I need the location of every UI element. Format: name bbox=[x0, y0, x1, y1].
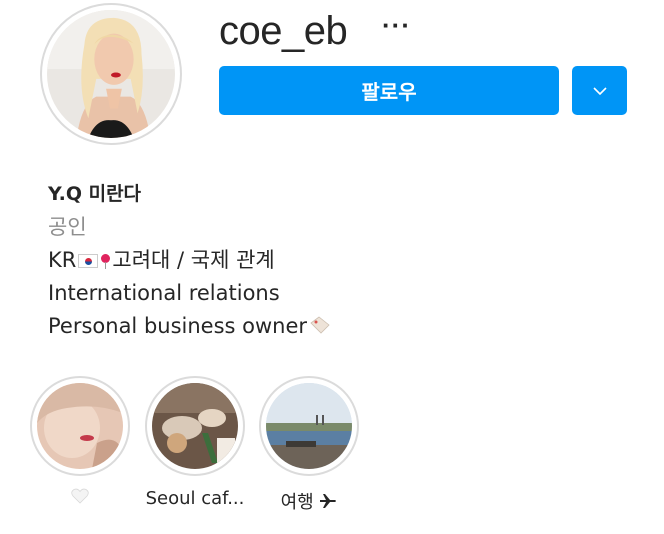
profile-full-name: Y.Q 미란다 bbox=[48, 183, 142, 205]
highlight-label: Seoul caf... bbox=[145, 488, 245, 509]
highlight-ring bbox=[145, 376, 245, 476]
chevron-down-icon bbox=[592, 86, 607, 95]
story-highlight-3[interactable]: 여행 bbox=[259, 376, 359, 514]
highlight-label: 여행 bbox=[259, 488, 359, 514]
korea-flag-icon bbox=[78, 254, 99, 268]
profile-avatar[interactable] bbox=[40, 3, 182, 145]
highlight-label bbox=[30, 488, 130, 509]
bio-line-business: Personal business owner bbox=[48, 310, 331, 344]
profile-category: 공인 bbox=[48, 215, 87, 239]
bio-country-code: KR bbox=[48, 248, 77, 272]
suggested-dropdown-button[interactable] bbox=[572, 66, 627, 115]
highlight-cover bbox=[37, 383, 123, 469]
white-heart-icon bbox=[71, 488, 89, 504]
story-highlight-2[interactable]: Seoul caf... bbox=[145, 376, 245, 509]
profile-bio: Y.Q 미란다 공인 KR 고려대 / 국제 관계 International r… bbox=[48, 178, 331, 344]
pin-icon bbox=[100, 254, 111, 269]
airplane-icon bbox=[320, 494, 337, 508]
more-options-icon[interactable]: ··· bbox=[382, 10, 411, 40]
profile-username: coe_eb bbox=[219, 9, 348, 53]
follow-button[interactable]: 팔로우 bbox=[219, 66, 559, 115]
highlight-ring bbox=[259, 376, 359, 476]
highlight-cover bbox=[266, 383, 352, 469]
highlight-cover bbox=[152, 383, 238, 469]
avatar-image bbox=[47, 10, 175, 138]
bio-line-major: International relations bbox=[48, 281, 280, 305]
label-tag-icon bbox=[309, 311, 331, 344]
bio-school: 고려대 / 국제 관계 bbox=[112, 248, 275, 272]
story-highlight-1[interactable] bbox=[30, 376, 130, 509]
highlight-ring bbox=[30, 376, 130, 476]
bio-business-text: Personal business owner bbox=[48, 314, 308, 338]
bio-line-location: KR 고려대 / 국제 관계 bbox=[48, 244, 331, 277]
